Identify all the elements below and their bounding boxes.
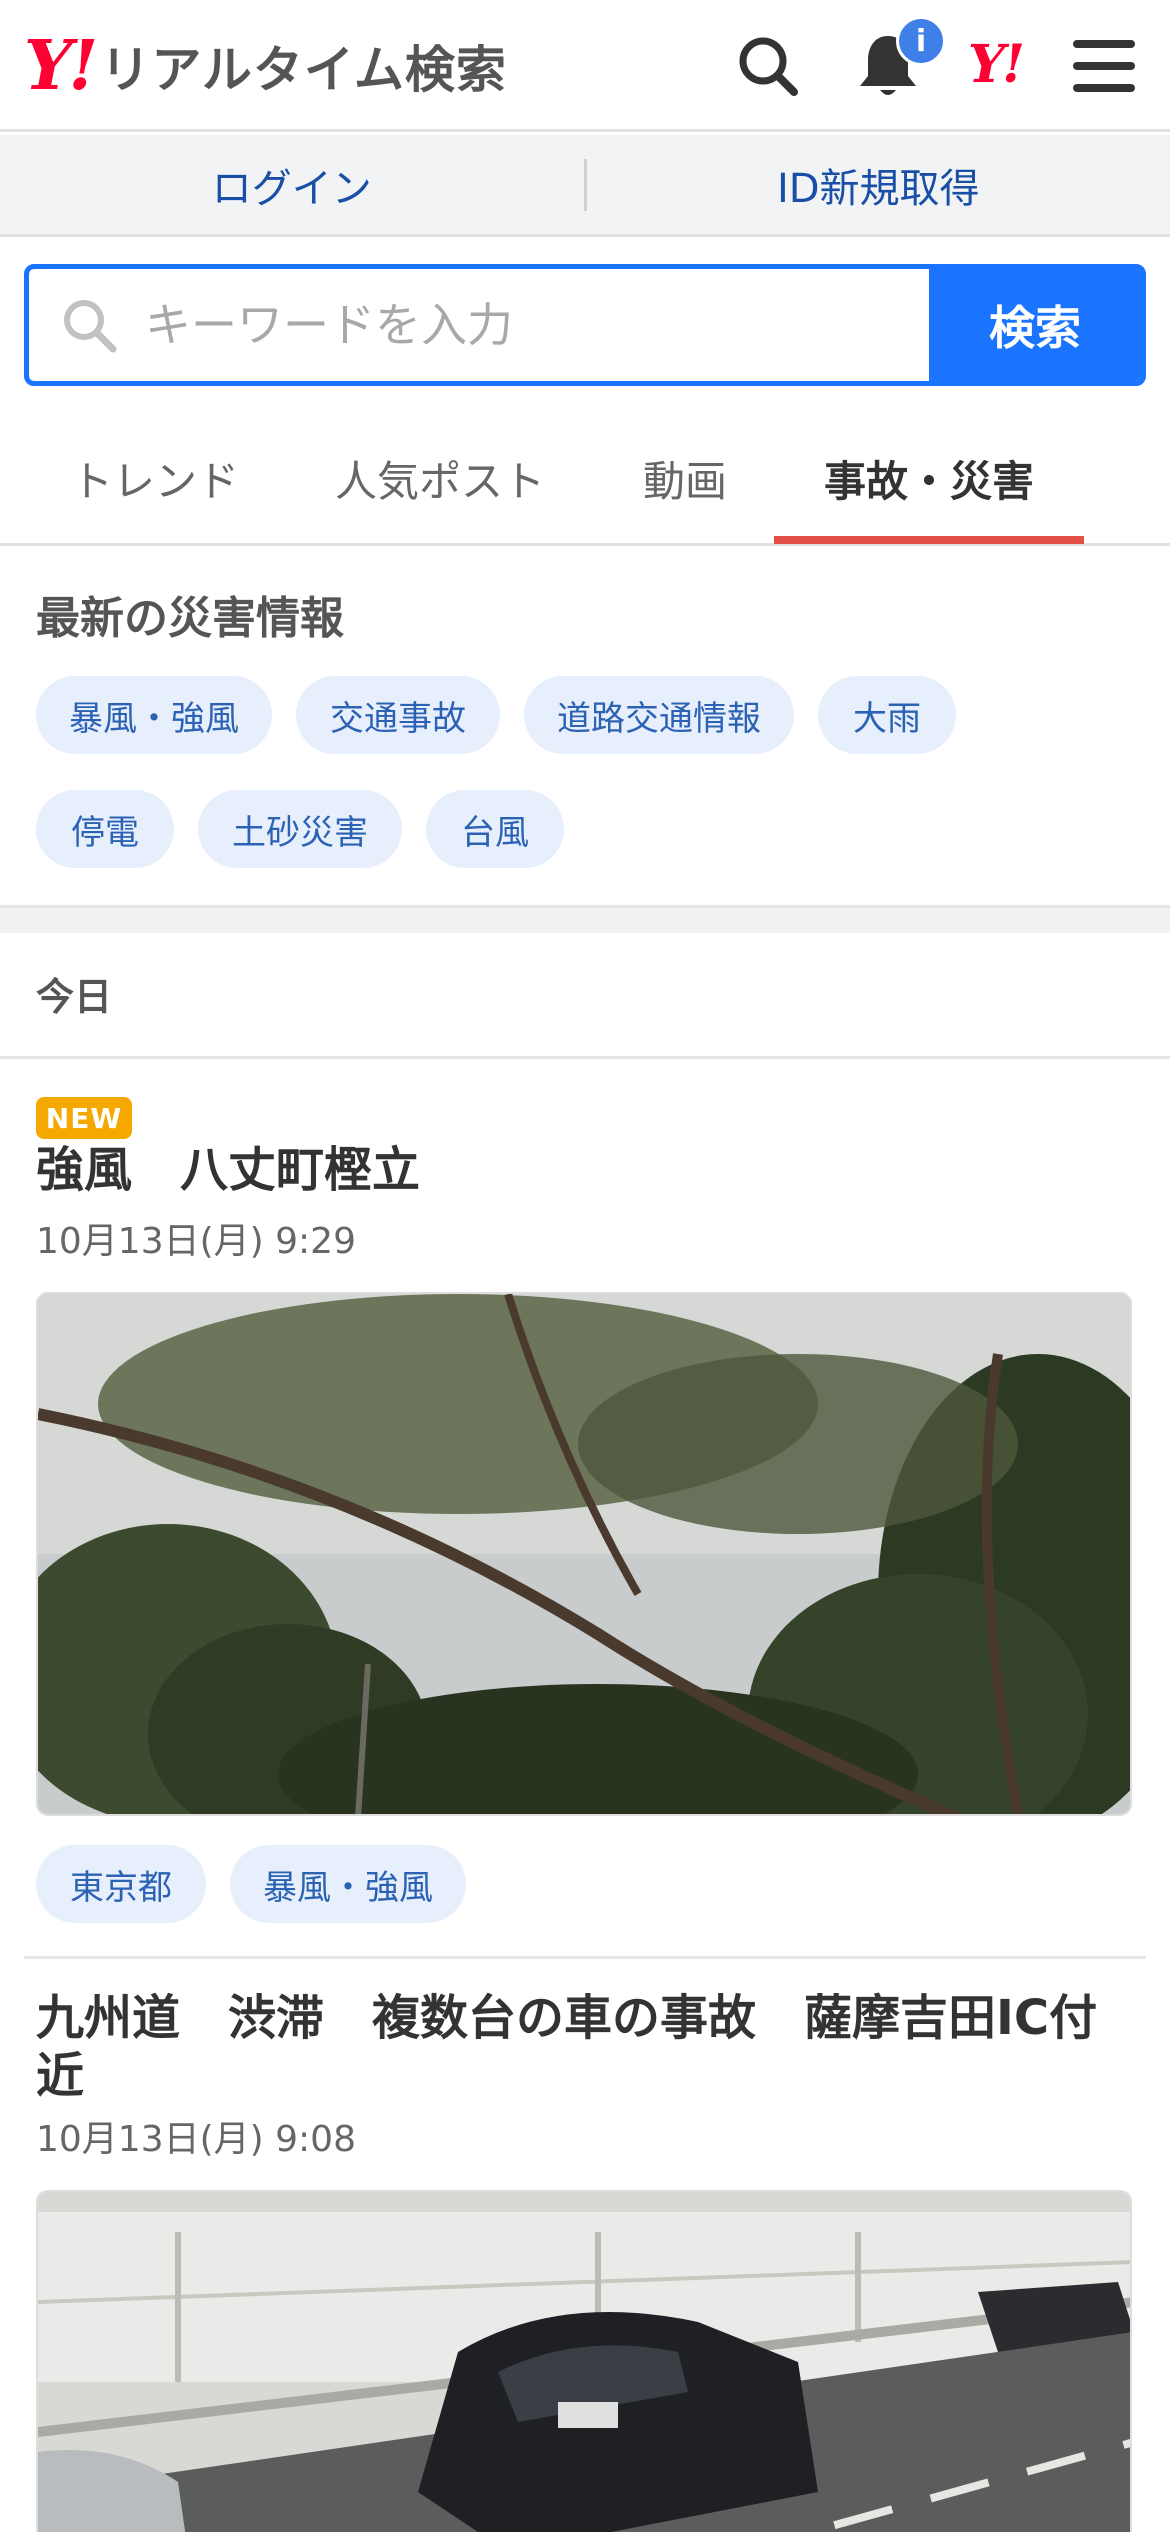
disaster-section-title: 最新の災害情報 [36, 593, 344, 644]
search-box: 検索 [24, 264, 1146, 386]
search-field-icon [64, 300, 117, 353]
login-bar: ログイン ID新規取得 [0, 135, 1170, 237]
search-button[interactable]: 検索 [929, 269, 1141, 381]
article-title-line: 九州道 渋滞 複数台の車の事故 薩摩吉田IC付 [36, 1990, 1098, 2046]
article-timestamp: 10月13日(月) 9:08 [36, 2119, 356, 2160]
hamburger-menu-icon[interactable] [1066, 28, 1142, 104]
article-title[interactable]: 強風 八丈町樫立 [36, 1142, 420, 1200]
app-header: Y! リアルタイム検索 i Y! [0, 0, 1170, 132]
yahoo-account-icon[interactable]: Y! [968, 34, 1025, 95]
article-timestamp: 10月13日(月) 9:29 [36, 1221, 356, 1262]
search-field[interactable] [29, 269, 929, 381]
tag-chip[interactable]: 停電 [36, 790, 174, 868]
login-link[interactable]: ログイン [0, 156, 584, 214]
tag-chip[interactable]: 道路交通情報 [524, 676, 794, 754]
logo-title: リアルタイム検索 [100, 41, 507, 99]
category-tabs: トレンド 人気ポスト 動画 事故・災害 [0, 410, 1170, 546]
tag-chip[interactable]: 東京都 [36, 1845, 206, 1923]
tab-videos[interactable]: 動画 [620, 410, 750, 546]
register-link[interactable]: ID新規取得 [587, 156, 1170, 214]
notification-badge[interactable]: i [896, 16, 946, 66]
new-badge: NEW [36, 1097, 132, 1139]
tag-chip[interactable]: 台風 [426, 790, 564, 868]
article-title[interactable]: 九州道 渋滞 複数台の車の事故 薩摩吉田IC付 近 [36, 1990, 1097, 2105]
divider [0, 1056, 1170, 1059]
article-photo-trees[interactable] [36, 1292, 1132, 1816]
section-divider [0, 905, 1170, 933]
article-photo-car-accident[interactable] [36, 2190, 1132, 2532]
tag-chip[interactable]: 土砂災害 [198, 790, 402, 868]
divider [24, 1956, 1146, 1959]
active-tab-indicator [774, 536, 1084, 544]
date-heading: 今日 [36, 975, 113, 1019]
tag-chip[interactable]: 大雨 [818, 676, 956, 754]
search-icon[interactable] [730, 28, 806, 104]
tag-chip[interactable]: 暴風・強風 [36, 676, 272, 754]
tag-chip[interactable]: 暴風・強風 [230, 1845, 466, 1923]
yahoo-logo-mark: Y! [24, 26, 98, 106]
tab-accidents-disasters[interactable]: 事故・災害 [774, 410, 1084, 546]
tab-popular-posts[interactable]: 人気ポスト [320, 410, 560, 546]
search-input[interactable] [145, 298, 845, 352]
tag-chip[interactable]: 交通事故 [296, 676, 500, 754]
yahoo-realtime-logo[interactable]: Y! リアルタイム検索 [24, 26, 507, 106]
tab-trend[interactable]: トレンド [40, 410, 270, 546]
article-title-line: 近 [36, 2047, 85, 2104]
